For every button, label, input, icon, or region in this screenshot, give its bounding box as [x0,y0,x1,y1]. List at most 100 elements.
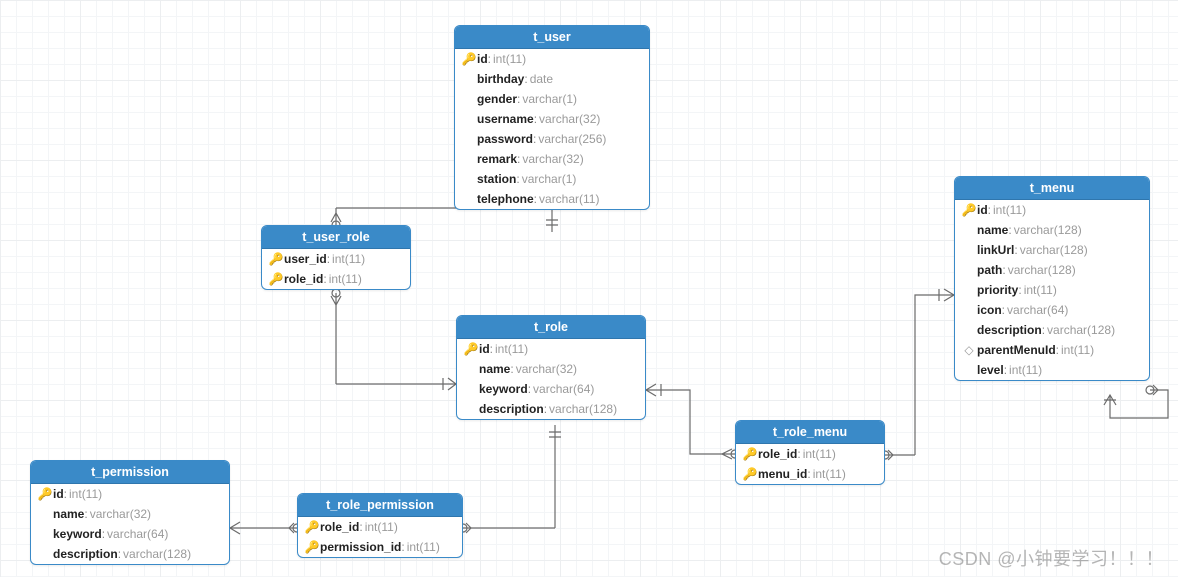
field-type: varchar(128) [549,401,617,417]
entity-t-role[interactable]: t_role 🔑id:int(11)name:varchar(32)keywor… [456,315,646,420]
key-icon: 🔑 [461,51,477,67]
field-row: 🔑id:int(11) [457,339,645,359]
field-name: linkUrl [977,242,1014,258]
field-row: linkUrl:varchar(128) [955,240,1149,260]
field-name: description [977,322,1042,338]
field-type: varchar(11) [539,191,599,207]
field-type: varchar(128) [123,546,191,562]
field-type: varchar(32) [90,506,151,522]
field-separator: : [84,506,87,522]
field-row: 🔑id:int(11) [955,200,1149,220]
field-separator: : [64,486,67,502]
field-row: keyword:varchar(64) [457,379,645,399]
field-list: 🔑id:int(11)name:varchar(32)keyword:varch… [31,484,229,564]
field-row: gender:varchar(1) [455,89,649,109]
entity-t-user-role[interactable]: t_user_role 🔑user_id:int(11)🔑role_id:int… [261,225,411,290]
field-list: 🔑role_id:int(11)🔑menu_id:int(11) [736,444,884,484]
key-icon: 🔑 [463,341,479,357]
field-row: priority:int(11) [955,280,1149,300]
field-name: id [479,341,490,357]
field-separator: : [327,251,330,267]
field-row: level:int(11) [955,360,1149,380]
field-row: 🔑role_id:int(11) [262,269,410,289]
field-row: 🔑menu_id:int(11) [736,464,884,484]
entity-title: t_user [455,26,649,49]
field-list: 🔑role_id:int(11)🔑permission_id:int(11) [298,517,462,557]
entity-t-role-menu[interactable]: t_role_menu 🔑role_id:int(11)🔑menu_id:int… [735,420,885,485]
field-separator: : [488,51,491,67]
field-name: keyword [53,526,102,542]
field-separator: : [517,91,520,107]
field-name: id [53,486,64,502]
field-row: name:varchar(32) [457,359,645,379]
field-separator: : [510,361,513,377]
key-icon: 🔑 [742,446,758,462]
field-list: 🔑id:int(11)birthday:dategender:varchar(1… [455,49,649,209]
key-icon: 🔑 [304,539,320,555]
entity-title: t_menu [955,177,1149,200]
field-name: birthday [477,71,524,87]
field-separator: : [1014,242,1017,258]
field-type: int(11) [329,271,362,287]
field-separator: : [1018,282,1021,298]
field-row: station:varchar(1) [455,169,649,189]
field-name: gender [477,91,517,107]
field-separator: : [533,131,536,147]
field-separator: : [797,446,800,462]
field-row: description:varchar(128) [457,399,645,419]
field-row: 🔑user_id:int(11) [262,249,410,269]
field-separator: : [544,401,547,417]
field-type: varchar(128) [1047,322,1115,338]
field-type: int(11) [1024,282,1057,298]
diamond-icon: ◇ [961,342,977,358]
field-row: 🔑permission_id:int(11) [298,537,462,557]
field-type: int(11) [332,251,365,267]
field-row: 🔑id:int(11) [455,49,649,69]
field-name: id [977,202,988,218]
field-separator: : [359,519,362,535]
field-name: parentMenuId [977,342,1056,358]
field-row: 🔑id:int(11) [31,484,229,504]
field-type: varchar(32) [539,111,600,127]
entity-t-user[interactable]: t_user 🔑id:int(11)birthday:dategender:va… [454,25,650,210]
field-type: varchar(64) [533,381,594,397]
field-row: 🔑role_id:int(11) [736,444,884,464]
key-icon: 🔑 [961,202,977,218]
field-row: name:varchar(128) [955,220,1149,240]
field-separator: : [1002,262,1005,278]
field-type: int(11) [813,466,846,482]
field-type: int(11) [1061,342,1094,358]
field-row: description:varchar(128) [955,320,1149,340]
field-row: description:varchar(128) [31,544,229,564]
field-type: int(11) [365,519,398,535]
field-name: role_id [320,519,359,535]
field-row: name:varchar(32) [31,504,229,524]
key-icon: 🔑 [268,251,284,267]
field-type: varchar(256) [538,131,606,147]
field-separator: : [524,71,527,87]
field-type: varchar(32) [522,151,583,167]
field-name: remark [477,151,517,167]
field-name: path [977,262,1002,278]
field-name: keyword [479,381,528,397]
field-row: username:varchar(32) [455,109,649,129]
field-separator: : [1002,302,1005,318]
field-separator: : [118,546,121,562]
field-separator: : [102,526,105,542]
field-name: role_id [284,271,323,287]
entity-t-role-permission[interactable]: t_role_permission 🔑role_id:int(11)🔑permi… [297,493,463,558]
key-icon: 🔑 [742,466,758,482]
entity-t-permission[interactable]: t_permission 🔑id:int(11)name:varchar(32)… [30,460,230,565]
field-row: icon:varchar(64) [955,300,1149,320]
field-name: name [479,361,510,377]
field-type: int(11) [803,446,836,462]
field-separator: : [988,202,991,218]
field-separator: : [1004,362,1007,378]
field-type: int(11) [407,539,440,555]
field-type: int(11) [1009,362,1042,378]
entity-t-menu[interactable]: t_menu 🔑id:int(11)name:varchar(128)linkU… [954,176,1150,381]
key-icon: 🔑 [37,486,53,502]
field-name: password [477,131,533,147]
entity-title: t_permission [31,461,229,484]
entity-title: t_user_role [262,226,410,249]
